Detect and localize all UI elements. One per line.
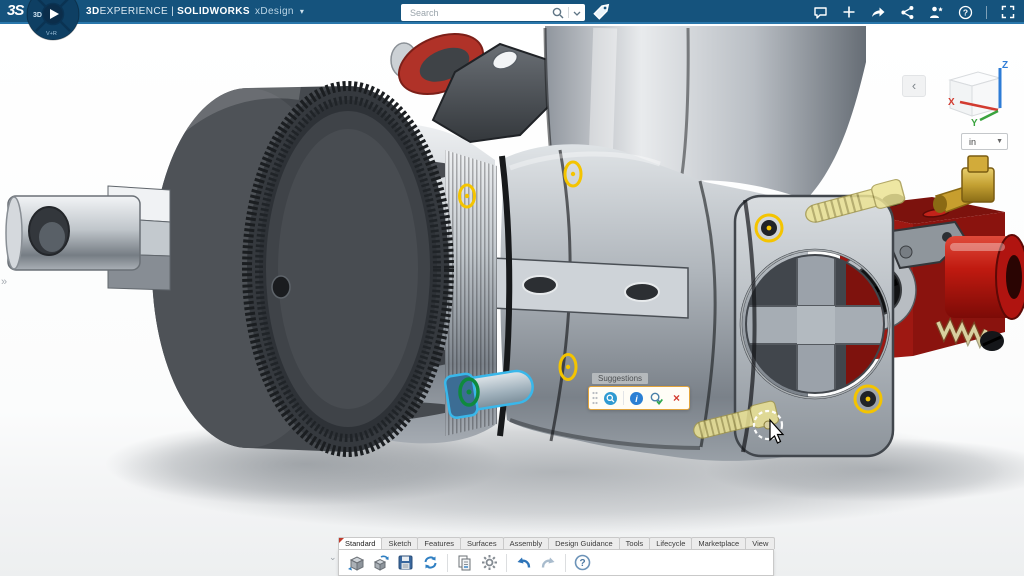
ribbon-tabs: Standard Sketch Features Surfaces Assemb… xyxy=(338,536,774,549)
tag-button[interactable] xyxy=(592,3,610,21)
suggestion-dismiss-button[interactable]: × xyxy=(669,391,684,406)
search-input[interactable] xyxy=(408,7,552,19)
tab-features[interactable]: Features xyxy=(417,537,461,549)
toolbar-divider xyxy=(506,554,507,572)
add-button[interactable] xyxy=(841,4,857,20)
starter-drum xyxy=(152,86,449,452)
units-dropdown[interactable]: in ▼ xyxy=(961,133,1008,150)
plus-icon xyxy=(842,5,856,19)
z-axis-label: Z xyxy=(1002,60,1008,71)
redo-icon xyxy=(539,553,558,572)
suggestion-info-button[interactable]: i xyxy=(629,391,644,406)
user-button[interactable] xyxy=(928,4,944,20)
y-axis-label: Y xyxy=(971,118,978,129)
tab-design-guidance[interactable]: Design Guidance xyxy=(548,537,620,549)
undo-button[interactable] xyxy=(513,552,534,573)
units-chevron-icon: ▼ xyxy=(996,138,1003,145)
help-button[interactable]: ? xyxy=(957,4,973,20)
user-icon xyxy=(928,5,944,20)
open-part-button[interactable] xyxy=(370,552,391,573)
comment-icon xyxy=(813,5,828,20)
drag-handle-icon[interactable] xyxy=(592,391,598,405)
ribbon-toolbar: ? xyxy=(338,549,774,576)
toolbar-divider xyxy=(565,554,566,572)
chevron-down-icon[interactable]: ▾ xyxy=(300,7,304,16)
sync-button[interactable] xyxy=(420,552,441,573)
open-part-icon xyxy=(371,553,390,572)
share-forward-button[interactable] xyxy=(870,4,886,20)
compass-vr-label: V+R xyxy=(46,31,57,37)
tag-icon xyxy=(592,3,610,21)
search-icon[interactable] xyxy=(552,7,564,19)
help-icon: ? xyxy=(958,5,973,20)
toolbar-divider xyxy=(447,554,448,572)
dassault-3ds-logo[interactable]: 3S xyxy=(7,2,23,19)
undo-icon xyxy=(514,553,533,572)
ribbon-help-button[interactable]: ? xyxy=(572,552,593,573)
app-breadcrumb: 3DEXPERIENCE | SOLIDWORKS xDesign ▾ xyxy=(86,6,304,17)
settings-button[interactable] xyxy=(479,552,500,573)
top-app-bar: 3S 3DEXPERIENCE | SOLIDWORKS xDesign ▾ xyxy=(0,0,1024,24)
share-nodes-icon xyxy=(900,5,915,20)
suggestions-toolbar: i × xyxy=(588,386,690,410)
info-icon: i xyxy=(629,391,644,406)
ribbon-collapse-chevron[interactable]: ⌄ xyxy=(329,552,337,563)
new-part-button[interactable] xyxy=(345,552,366,573)
command-ribbon: Standard Sketch Features Surfaces Assemb… xyxy=(338,536,774,576)
tab-surfaces[interactable]: Surfaces xyxy=(460,537,504,549)
search-divider xyxy=(568,7,569,18)
copy-properties-button[interactable] xyxy=(454,552,475,573)
suggestion-apply-button[interactable] xyxy=(649,391,664,406)
suggestions-divider xyxy=(623,391,624,405)
tab-view[interactable]: View xyxy=(745,537,775,549)
save-icon xyxy=(396,553,415,572)
help-circle-icon: ? xyxy=(573,553,592,572)
topbar-icon-group: ? xyxy=(812,0,1020,24)
suggestions-tooltip: Suggestions xyxy=(592,373,648,384)
tab-marketplace[interactable]: Marketplace xyxy=(691,537,746,549)
tab-lifecycle[interactable]: Lifecycle xyxy=(649,537,692,549)
suggestion-preview-button[interactable] xyxy=(603,391,618,406)
fullscreen-button[interactable] xyxy=(1000,4,1016,20)
tab-sketch[interactable]: Sketch xyxy=(381,537,418,549)
app-name: xDesign xyxy=(255,6,294,17)
3dexperience-compass[interactable]: 3D V+R xyxy=(26,0,80,41)
new-part-icon xyxy=(346,553,365,572)
view-previous-button[interactable]: ‹ xyxy=(902,75,926,97)
xdesign-app-window: 3S 3DEXPERIENCE | SOLIDWORKS xDesign ▾ xyxy=(0,0,1024,576)
tab-assembly[interactable]: Assembly xyxy=(503,537,550,549)
drum-hole xyxy=(272,276,290,298)
tab-standard[interactable]: Standard xyxy=(338,537,382,549)
redo-button[interactable] xyxy=(538,552,559,573)
3d-model-canvas[interactable] xyxy=(0,0,1024,576)
fullscreen-icon xyxy=(1001,5,1015,19)
panel-expand-chevron[interactable]: » xyxy=(1,276,7,288)
topbar-divider xyxy=(986,6,987,19)
units-value: in xyxy=(969,137,976,147)
brand-divider: | xyxy=(171,6,174,17)
brand-3d: 3D xyxy=(86,6,100,17)
search-options-chevron-icon[interactable] xyxy=(573,9,581,17)
x-axis-label: X xyxy=(948,97,955,108)
svg-text:?: ? xyxy=(962,7,967,17)
prop-shaft xyxy=(6,196,140,270)
share-network-button[interactable] xyxy=(899,4,915,20)
global-search xyxy=(401,4,585,21)
magnifier-check-icon xyxy=(649,391,664,406)
comment-button[interactable] xyxy=(812,4,828,20)
tab-tools[interactable]: Tools xyxy=(619,537,651,549)
copy-properties-icon xyxy=(455,553,474,572)
intake-cylinder xyxy=(945,235,1024,319)
share-forward-icon xyxy=(870,5,886,20)
save-button[interactable] xyxy=(395,552,416,573)
sync-icon xyxy=(421,553,440,572)
preview-bubble-icon xyxy=(603,391,618,406)
brand-product: SOLIDWORKS xyxy=(177,6,250,17)
view-cube[interactable]: X Y Z xyxy=(938,56,1016,132)
compass-3d-label: 3D xyxy=(33,12,42,19)
brand-experience: EXPERIENCE xyxy=(100,6,168,17)
gear-icon xyxy=(480,553,499,572)
svg-text:?: ? xyxy=(579,558,585,569)
